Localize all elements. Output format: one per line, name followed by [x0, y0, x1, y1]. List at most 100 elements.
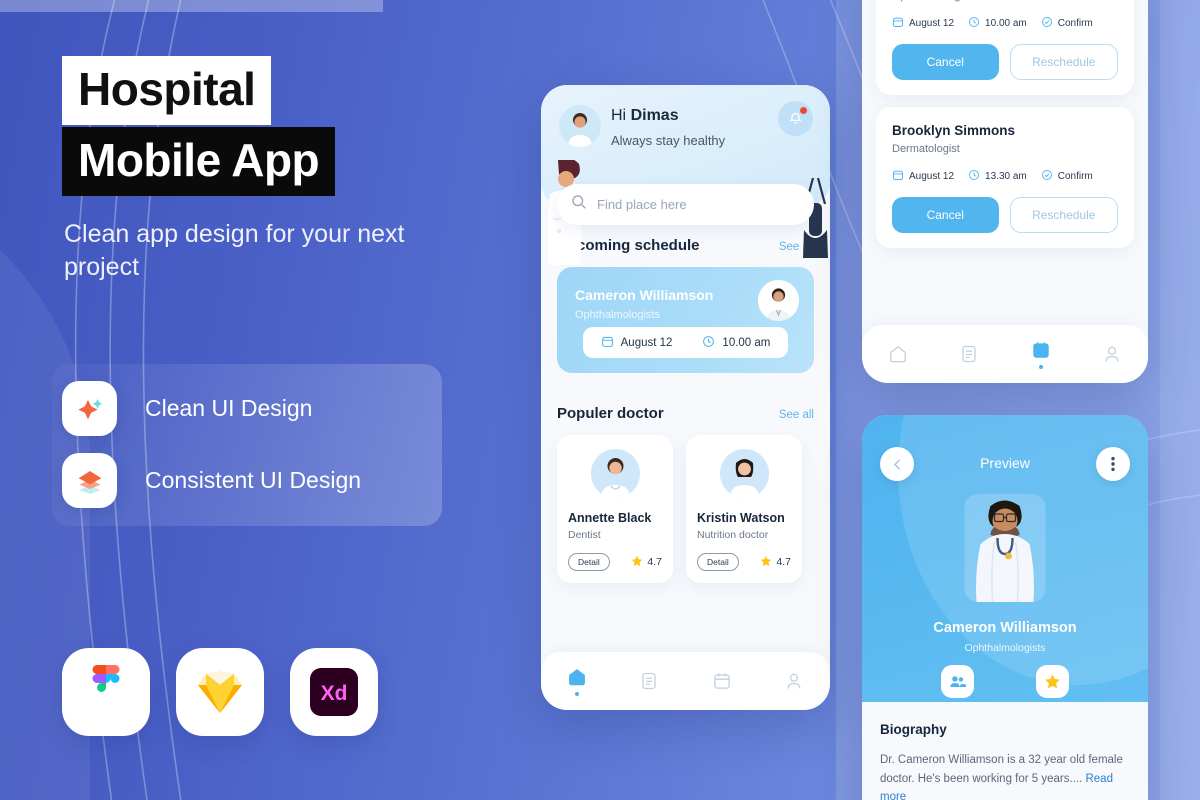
doctor-specialty: Dentist: [568, 529, 601, 541]
popular-doctor-list: Annette Black Dentist Detail 4.7 Kristin…: [541, 422, 830, 583]
appointment-list: Cameron Williamson Ophthalmologists Augu…: [862, 0, 1148, 248]
feature-item-clean-ui: Clean UI Design: [62, 381, 312, 436]
doctor-specialty: Ophthalmologists: [892, 0, 1118, 2]
schedule-date: August 12: [601, 335, 672, 351]
nav-item-profile[interactable]: [1102, 344, 1122, 364]
schedule-time: 10.00 am: [702, 335, 770, 351]
page-title-line2: Mobile App: [62, 127, 336, 196]
calendar-icon: [892, 16, 904, 31]
page-title-line1: Hospital: [62, 56, 272, 125]
clock-icon: [968, 169, 980, 184]
appointment-status: Confirm: [1041, 169, 1093, 184]
doctor-card[interactable]: Kristin Watson Nutrition doctor Detail 4…: [686, 435, 802, 583]
doctor-avatar: [719, 449, 769, 498]
doctor-specialty: Ophthalmologists: [575, 309, 660, 321]
notification-bell-button[interactable]: [778, 101, 813, 136]
notification-badge-dot: [800, 107, 807, 114]
svg-text:Xd: Xd: [321, 682, 348, 705]
doctor-card[interactable]: Annette Black Dentist Detail 4.7: [557, 435, 673, 583]
appointment-meta: August 12 13.30 am Confirm: [892, 169, 1118, 184]
doctor-stats: 3000+ 4.5: [862, 665, 1148, 702]
schedule-datetime-pill: August 12 10.00 am: [583, 327, 788, 358]
doctor-specialty: Ophthalmologists: [964, 642, 1046, 654]
upcoming-schedule-header: Upcoming schedule See all: [541, 237, 830, 254]
stat-patients: 3000+: [941, 665, 974, 702]
feature-item-consistent-ui: Consistent UI Design: [62, 453, 361, 508]
reschedule-button[interactable]: Reschedule: [1009, 197, 1118, 233]
avatar: [559, 105, 601, 147]
nav-item-calendar[interactable]: [1031, 340, 1051, 369]
cancel-button[interactable]: Cancel: [892, 44, 999, 80]
tool-logos: Xd: [62, 648, 378, 736]
search-icon: [571, 194, 587, 215]
detail-button[interactable]: Detail: [568, 553, 610, 571]
biography-text: Dr. Cameron Williamson is a 32 year old …: [880, 751, 1130, 800]
figma-logo: [62, 648, 150, 736]
calendar-icon: [601, 335, 614, 351]
appointment-date: August 12: [892, 16, 954, 31]
appointment-date: August 12: [892, 169, 954, 184]
calendar-icon: [892, 169, 904, 184]
greeting: Hi Dimas: [611, 107, 679, 124]
active-indicator-dot: [1038, 364, 1043, 369]
nav-item-calendar[interactable]: [712, 671, 732, 691]
section-title: Upcoming schedule: [557, 237, 700, 254]
detail-button[interactable]: Detail: [697, 553, 739, 571]
appointment-status: Confirm: [1041, 16, 1093, 31]
search-input[interactable]: Find place here: [557, 184, 814, 225]
active-indicator-dot: [575, 691, 580, 696]
doctor-photo: [964, 494, 1046, 602]
appointment-actions: Cancel Reschedule: [892, 197, 1118, 233]
reschedule-button[interactable]: Reschedule: [1009, 44, 1118, 80]
biography-title: Biography: [880, 722, 947, 737]
nav-item-document[interactable]: [639, 671, 659, 691]
appointment-meta: August 12 10.00 am Confirm: [892, 16, 1118, 31]
nav-item-home[interactable]: [567, 667, 587, 696]
doctor-rating: 4.7: [760, 555, 791, 570]
sparkle-icon: [62, 381, 117, 436]
appointment-time: 10.00 am: [968, 16, 1027, 31]
biography-section: Biography Dr. Cameron Williamson is a 32…: [862, 702, 1148, 800]
doctor-rating: 4.7: [631, 555, 662, 570]
doctor-card-footer: Detail 4.7: [697, 553, 791, 571]
section-title: Populer doctor: [557, 405, 664, 422]
upcoming-schedule-card[interactable]: Cameron Williamson Ophthalmologists Augu…: [557, 267, 814, 373]
search-placeholder: Find place here: [597, 197, 687, 212]
hero-section: Hospital Mobile App Clean app design for…: [0, 0, 520, 800]
doctor-specialty: Nutrition doctor: [697, 529, 769, 541]
clock-icon: [702, 335, 715, 351]
doctor-name: Kristin Watson: [697, 511, 785, 525]
doctor-avatar: [758, 280, 799, 321]
detail-hero: Preview Cameron Williamson Ophthalmologi…: [862, 415, 1148, 702]
check-circle-icon: [1041, 169, 1053, 184]
nav-item-profile[interactable]: [784, 671, 804, 691]
appointment-actions: Cancel Reschedule: [892, 44, 1118, 80]
appointment-card[interactable]: Cameron Williamson Ophthalmologists Augu…: [876, 0, 1134, 95]
cancel-button[interactable]: Cancel: [892, 197, 999, 233]
star-icon: [760, 555, 772, 570]
doctor-name: Cameron Williamson: [575, 287, 714, 303]
bottom-navigation: [862, 325, 1148, 383]
phone-doctor-detail-screen: Preview Cameron Williamson Ophthalmologi…: [862, 415, 1148, 800]
appointment-card[interactable]: Brooklyn Simmons Dermatologist August 12…: [876, 107, 1134, 248]
greeting-subtitle: Always stay healthy: [611, 133, 726, 148]
feature-label: Clean UI Design: [145, 395, 313, 421]
hero-subtitle: Clean app design for your next project: [64, 220, 405, 281]
phone-home-screen: Hi Dimas Always stay healthy Find place …: [541, 85, 830, 710]
doctor-avatar: [590, 449, 640, 498]
doctor-specialty: Dermatologist: [892, 143, 960, 155]
feature-label: Consistent UI Design: [145, 467, 362, 493]
see-all-link[interactable]: See all: [779, 409, 814, 421]
star-icon: [631, 555, 643, 570]
layers-icon: [62, 453, 117, 508]
doctor-name: Annette Black: [568, 511, 652, 525]
adobe-xd-logo: Xd: [290, 648, 378, 736]
nav-item-home[interactable]: [888, 344, 908, 364]
sketch-logo: [176, 648, 264, 736]
check-circle-icon: [1041, 16, 1053, 31]
doctor-name: Brooklyn Simmons: [892, 123, 1016, 138]
bottom-navigation: [541, 652, 830, 710]
clock-icon: [968, 16, 980, 31]
nav-item-document[interactable]: [959, 344, 979, 364]
more-options-button[interactable]: [1096, 447, 1130, 481]
